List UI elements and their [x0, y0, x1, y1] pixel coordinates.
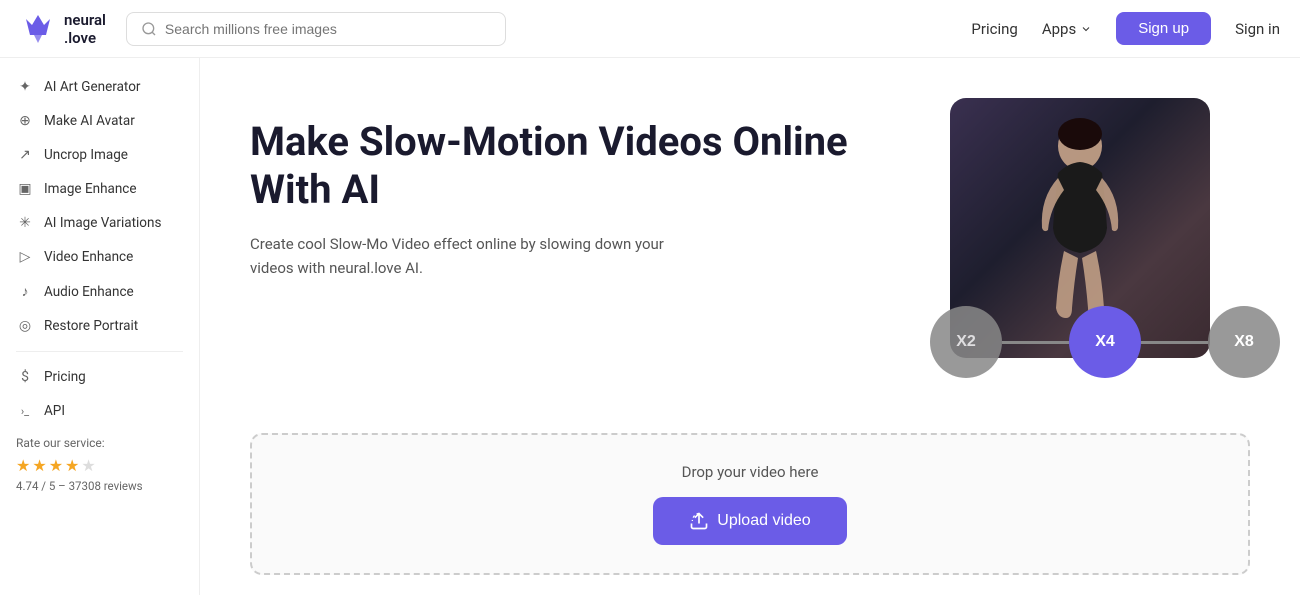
enhance-icon: ▣	[16, 181, 34, 197]
sidebar-label-ai-image-variations: AI Image Variations	[44, 215, 161, 231]
sidebar-label-make-ai-avatar: Make AI Avatar	[44, 113, 135, 129]
apps-nav-button[interactable]: Apps	[1042, 20, 1092, 38]
rate-label: Rate our service:	[16, 436, 183, 450]
upload-drop-zone[interactable]: Drop your video here Upload video	[250, 433, 1250, 575]
sidebar-rating: Rate our service: ★ ★ ★ ★ ★ 4.74 / 5 – 3…	[0, 428, 199, 501]
drop-text: Drop your video here	[272, 463, 1228, 481]
avatar-icon: ⊕	[16, 113, 34, 129]
uncrop-icon: ↗	[16, 147, 34, 163]
star-rating[interactable]: ★ ★ ★ ★ ★	[16, 456, 183, 475]
pricing-nav-link[interactable]: Pricing	[971, 20, 1017, 38]
logo-text: neural .love	[64, 11, 106, 47]
speed-connector-2	[1141, 341, 1208, 344]
speed-x4-button[interactable]: X4	[1069, 306, 1141, 378]
sidebar-item-image-enhance[interactable]: ▣ Image Enhance	[0, 172, 199, 206]
upload-icon	[689, 511, 709, 531]
chevron-down-icon	[1080, 23, 1092, 35]
hero-left: Make Slow-Motion Videos Online With AI C…	[250, 98, 900, 280]
upload-section: Drop your video here Upload video	[200, 433, 1300, 595]
search-icon	[141, 21, 157, 37]
sidebar-item-ai-art-generator[interactable]: ✦ AI Art Generator	[0, 70, 199, 104]
play-icon: ▷	[16, 249, 34, 265]
main-layout: ✦ AI Art Generator ⊕ Make AI Avatar ↗ Un…	[0, 58, 1300, 595]
speed-x2-button[interactable]: X2	[930, 306, 1002, 378]
sidebar-item-uncrop-image[interactable]: ↗ Uncrop Image	[0, 138, 199, 172]
audio-icon: ♪	[16, 283, 34, 300]
sidebar-label-audio-enhance: Audio Enhance	[44, 284, 134, 300]
apps-label: Apps	[1042, 20, 1076, 38]
sidebar-label-video-enhance: Video Enhance	[44, 249, 133, 265]
speed-connector-1	[1002, 341, 1069, 344]
hero-title: Make Slow-Motion Videos Online With AI	[250, 118, 900, 214]
search-bar	[126, 12, 506, 46]
hero-description: Create cool Slow-Mo Video effect online …	[250, 232, 670, 280]
hero-right: X2 X4 X8	[940, 98, 1250, 358]
speed-selector: X2 X4 X8	[930, 306, 1280, 378]
portrait-icon: ◎	[16, 318, 34, 334]
header: neural .love Pricing Apps Sign up Sign i…	[0, 0, 1300, 58]
logo[interactable]: neural .love	[20, 11, 106, 47]
api-icon: ›_	[16, 405, 34, 418]
header-nav: Pricing Apps Sign up Sign in	[971, 12, 1280, 45]
sparkle-icon: ✦	[16, 79, 34, 95]
sidebar-label-api: API	[44, 403, 65, 419]
sidebar-divider	[16, 351, 183, 352]
rating-value: 4.74 / 5 – 37308 reviews	[16, 479, 183, 493]
star-5: ★	[81, 456, 95, 475]
sidebar-item-audio-enhance[interactable]: ♪ Audio Enhance	[0, 274, 199, 309]
star-4: ★	[65, 456, 79, 475]
sidebar-item-pricing[interactable]: $ Pricing	[0, 360, 199, 394]
speed-x8-button[interactable]: X8	[1208, 306, 1280, 378]
sidebar-item-video-enhance[interactable]: ▷ Video Enhance	[0, 240, 199, 274]
star-1: ★	[16, 456, 30, 475]
star-3: ★	[49, 456, 63, 475]
sidebar: ✦ AI Art Generator ⊕ Make AI Avatar ↗ Un…	[0, 58, 200, 595]
sidebar-item-ai-image-variations[interactable]: ✳ AI Image Variations	[0, 206, 199, 240]
sidebar-label-uncrop-image: Uncrop Image	[44, 147, 128, 163]
signup-button[interactable]: Sign up	[1116, 12, 1211, 45]
upload-video-button[interactable]: Upload video	[653, 497, 846, 545]
sidebar-item-api[interactable]: ›_ API	[0, 394, 199, 428]
star-2: ★	[32, 456, 46, 475]
sidebar-label-restore-portrait: Restore Portrait	[44, 318, 138, 334]
sidebar-label-image-enhance: Image Enhance	[44, 181, 137, 197]
hero-section: Make Slow-Motion Videos Online With AI C…	[200, 58, 1300, 433]
dollar-icon: $	[16, 369, 34, 385]
sidebar-label-ai-art-generator: AI Art Generator	[44, 79, 140, 95]
search-input[interactable]	[165, 21, 491, 37]
sidebar-item-make-ai-avatar[interactable]: ⊕ Make AI Avatar	[0, 104, 199, 138]
variations-icon: ✳	[16, 215, 34, 231]
sidebar-label-pricing: Pricing	[44, 369, 86, 385]
sidebar-item-restore-portrait[interactable]: ◎ Restore Portrait	[0, 309, 199, 343]
main-content-area: Make Slow-Motion Videos Online With AI C…	[200, 58, 1300, 595]
upload-button-label: Upload video	[717, 512, 810, 530]
signin-link[interactable]: Sign in	[1235, 20, 1280, 38]
